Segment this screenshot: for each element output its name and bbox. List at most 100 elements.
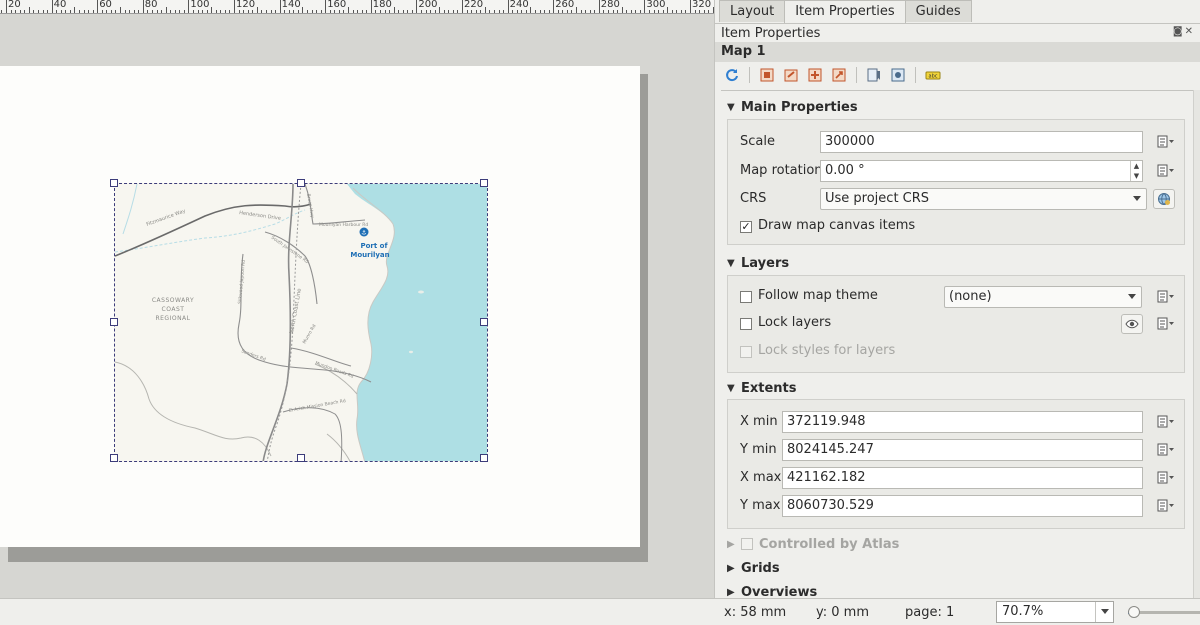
lock-layers-checkbox[interactable] [740,318,752,330]
tab-guides[interactable]: Guides [904,0,972,22]
zoom-combo[interactable]: 70.7% [996,601,1114,623]
ruler-tick [238,10,240,13]
crs-selector-globe-icon[interactable] [1153,189,1175,209]
ruler-tick [539,10,541,13]
ymax-label: Y max [740,498,781,513]
resize-handle-s[interactable] [297,454,305,462]
lock-styles-checkbox[interactable] [740,346,752,358]
section-title: Overviews [741,584,818,599]
ruler-tick [703,10,705,13]
data-defined-override-icon[interactable] [1154,160,1178,182]
label-settings-icon[interactable] [889,66,907,84]
ruler-tick [28,7,30,13]
ruler-tick [193,10,194,13]
ruler-tick [297,10,299,13]
section-main-properties[interactable]: ▼ Main Properties [727,97,858,117]
data-defined-override-icon[interactable] [1154,467,1178,489]
spin-arrows-icon[interactable]: ▲ ▼ [1130,161,1142,181]
horizontal-ruler[interactable]: 20 40 60 80 100 120 140 160 180 200 220 240 260 280 30… [0,0,714,14]
region-label-1: CASSOWARY [152,297,194,304]
zoom-dropdown-button[interactable] [1095,602,1113,622]
ruler-tick [83,10,85,13]
scale-input[interactable]: 300000 [820,131,1143,153]
view-scale-icon[interactable] [830,66,848,84]
rotation-spinbox[interactable]: 0.00 ° ▲ ▼ [820,160,1143,182]
ruler-tick [275,10,276,13]
section-controlled-by-atlas[interactable]: ▶ Controlled by Atlas [727,534,899,554]
status-bar: x: 58 mm y: 0 mm page: 1 70.7% [0,598,1200,625]
ruler-tick [489,10,491,13]
layout-canvas[interactable]: Fitzmaurice Way Henderson Drive Mourilya… [0,15,714,598]
ruler-tick [667,7,669,13]
draw-items-checkbox[interactable]: ✓ [740,221,752,233]
data-defined-override-icon[interactable] [1154,411,1178,433]
properties-scroll-area[interactable]: ▼ Main Properties Scale 300000 Map rotat… [721,90,1193,598]
ruler-tick [60,10,62,13]
ymin-input[interactable]: 8024145.247 [782,439,1143,461]
ymax-input[interactable]: 8060730.529 [782,495,1143,517]
data-defined-override-icon[interactable] [1154,286,1178,308]
resize-handle-ne[interactable] [480,179,488,187]
resize-handle-n[interactable] [297,179,305,187]
ruler-tick [562,10,564,13]
zoom-slider[interactable] [1127,606,1200,618]
label-icon[interactable]: abc [924,66,942,84]
map-theme-value: (none) [949,289,992,304]
atlas-checkbox[interactable] [741,538,753,550]
cursor-y-readout: y: 0 mm [816,605,869,620]
set-scale-icon[interactable] [806,66,824,84]
layout-page[interactable]: Fitzmaurice Way Henderson Drive Mourilya… [0,66,640,547]
dock-float-close-buttons[interactable]: ◙✕ [1173,26,1195,37]
resize-handle-se[interactable] [480,454,488,462]
ruler-tick [548,10,550,13]
crs-combo[interactable]: Use project CRS [820,188,1147,210]
section-overviews[interactable]: ▶ Overviews [727,582,818,599]
section-extents[interactable]: ▼ Extents [727,378,797,398]
map-item[interactable]: Fitzmaurice Way Henderson Drive Mourilya… [114,183,488,462]
ruler-tick [466,10,468,13]
ruler-tick [133,10,135,13]
island [418,290,424,294]
resize-handle-e[interactable] [480,318,488,326]
resize-handle-w[interactable] [110,318,118,326]
tab-layout[interactable]: Layout [719,0,786,22]
resize-handle-sw[interactable] [110,454,118,462]
ruler-tick [151,10,153,13]
highway [262,184,294,461]
ruler-tick [115,10,117,13]
bookmark-icon[interactable] [865,66,883,84]
refresh-icon[interactable] [723,66,741,84]
ruler-tick [535,10,536,13]
item-properties-dock: Layout Item Properties Guides Item Prope… [714,0,1200,598]
map-item-toolbar: abc [723,64,942,86]
island [409,350,413,354]
eye-icon[interactable] [1121,314,1143,334]
ruler-tick [630,10,632,13]
view-extent-icon[interactable] [782,66,800,84]
ruler-tick [498,10,500,13]
ruler-tick [639,10,641,13]
ruler-tick [33,10,35,13]
data-defined-override-icon[interactable] [1154,131,1178,153]
road-label: Sanders Rd [240,348,266,362]
zoom-slider-handle[interactable] [1127,606,1140,618]
ruler-tick [452,10,454,13]
properties-scrollbar[interactable] [1193,90,1200,598]
section-layers[interactable]: ▼ Layers [727,253,789,273]
tab-item-properties[interactable]: Item Properties [784,0,906,23]
data-defined-override-icon[interactable] [1154,495,1178,517]
data-defined-override-icon[interactable] [1154,439,1178,461]
ruler-tick [589,10,591,13]
xmax-input[interactable]: 421162.182 [782,467,1143,489]
boundary [115,361,272,457]
ruler-tick [621,7,623,13]
svg-text:abc: abc [929,74,938,80]
map-theme-combo[interactable]: (none) [944,286,1142,308]
zoom-value: 70.7% [1002,604,1044,619]
set-extent-icon[interactable] [758,66,776,84]
resize-handle-nw[interactable] [110,179,118,187]
xmin-input[interactable]: 372119.948 [782,411,1143,433]
follow-theme-checkbox[interactable] [740,291,752,303]
data-defined-override-icon[interactable] [1154,313,1178,335]
section-grids[interactable]: ▶ Grids [727,558,780,578]
